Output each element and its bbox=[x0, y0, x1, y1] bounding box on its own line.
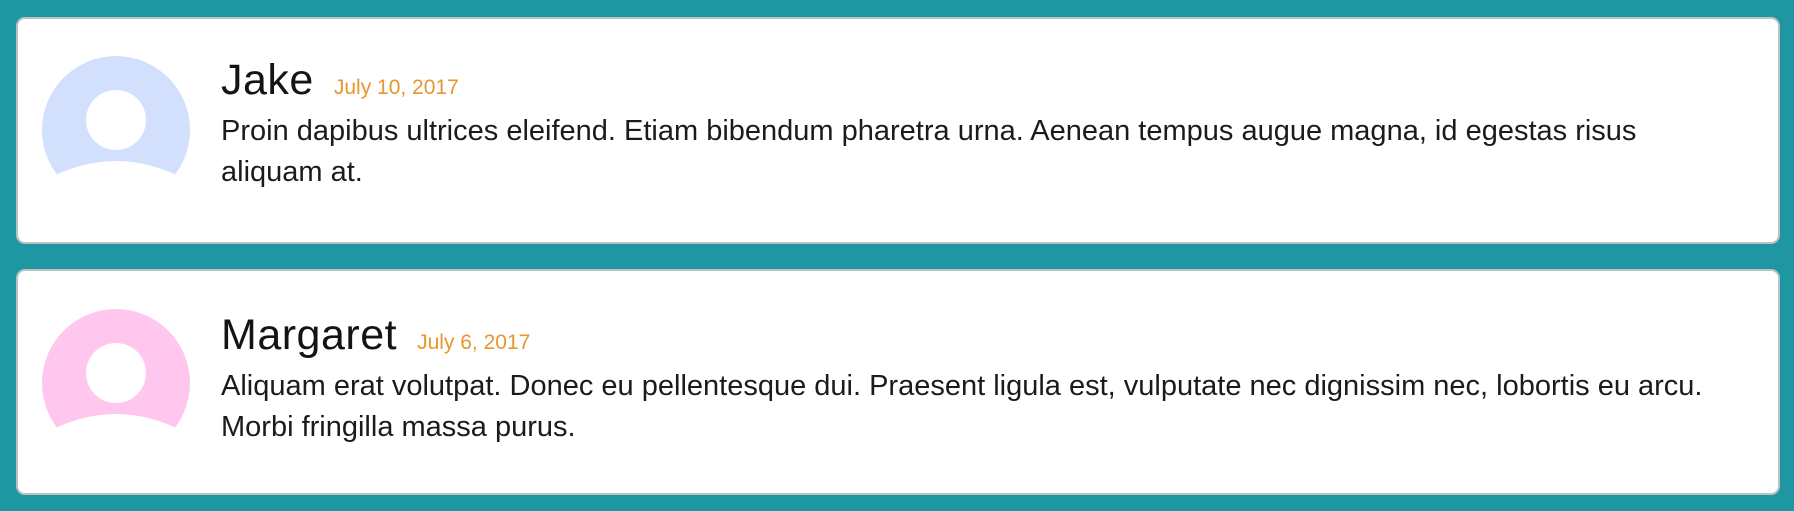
author-name[interactable]: Jake bbox=[221, 53, 314, 107]
avatar[interactable] bbox=[42, 309, 190, 457]
comment-date: July 10, 2017 bbox=[333, 76, 459, 99]
author-name[interactable]: Margaret bbox=[221, 308, 397, 362]
comment-card: Margaret July 6, 2017 Aliquam erat volut… bbox=[16, 269, 1780, 495]
comment-header: Jake July 10, 2017 bbox=[221, 53, 1718, 107]
user-silhouette-icon bbox=[42, 309, 190, 457]
comment-card: Jake July 10, 2017 Proin dapibus ultrice… bbox=[16, 17, 1780, 244]
comment-date: July 6, 2017 bbox=[417, 331, 531, 354]
comment-body: Jake July 10, 2017 Proin dapibus ultrice… bbox=[221, 53, 1718, 193]
comment-header: Margaret July 6, 2017 bbox=[221, 308, 1718, 362]
user-silhouette-icon bbox=[42, 56, 190, 204]
avatar[interactable] bbox=[42, 56, 190, 204]
comment-body: Margaret July 6, 2017 Aliquam erat volut… bbox=[221, 308, 1718, 448]
comment-text: Proin dapibus ultrices eleifend. Etiam b… bbox=[221, 115, 1637, 188]
comment-text: Aliquam erat volutpat. Donec eu pellente… bbox=[221, 370, 1703, 443]
